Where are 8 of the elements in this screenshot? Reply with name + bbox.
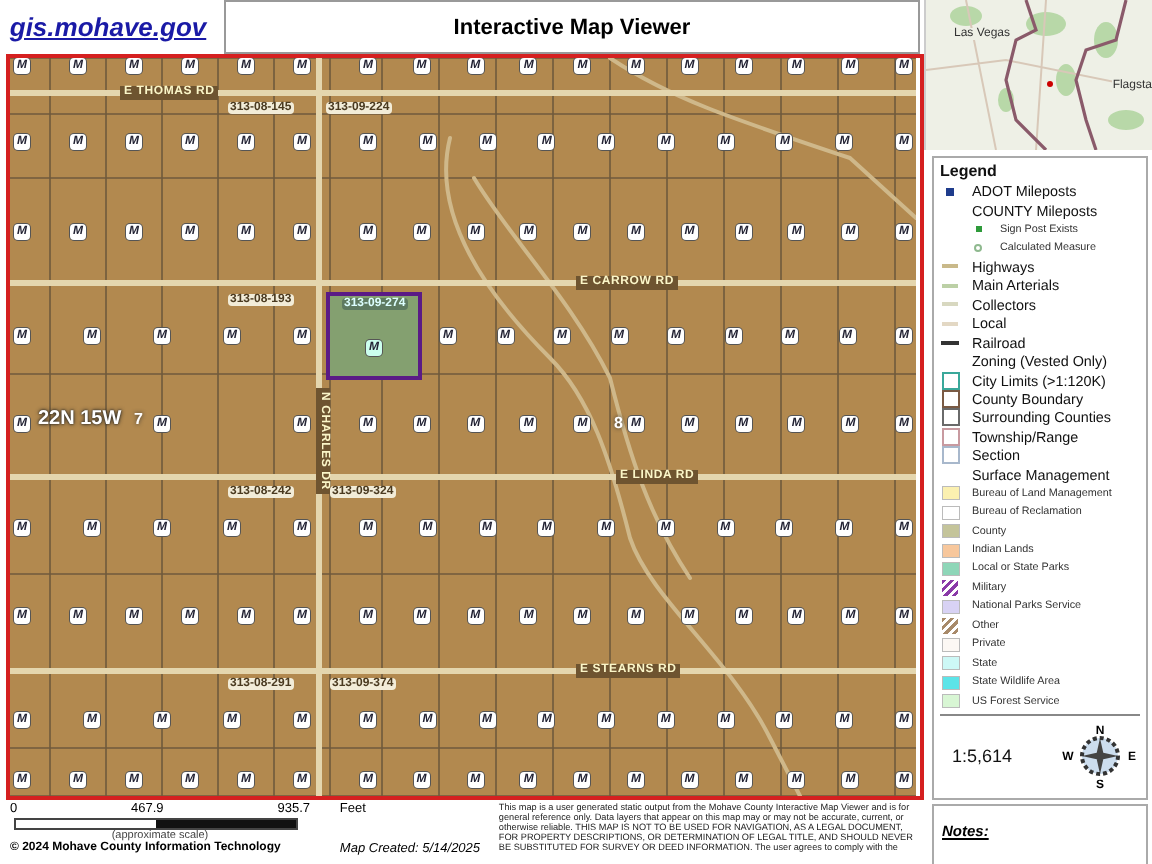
section-number: 7 <box>134 410 143 428</box>
section-number: 8 <box>614 414 623 432</box>
legend-title: Legend <box>940 162 999 180</box>
compass-rose-icon <box>1080 736 1120 777</box>
township-label: 22N 15W <box>38 408 122 430</box>
website-link[interactable]: gis.mohave.gov <box>0 0 216 54</box>
map-scale-ratio: 1:5,614 <box>950 746 1013 767</box>
map-title: Interactive Map Viewer <box>224 0 920 54</box>
